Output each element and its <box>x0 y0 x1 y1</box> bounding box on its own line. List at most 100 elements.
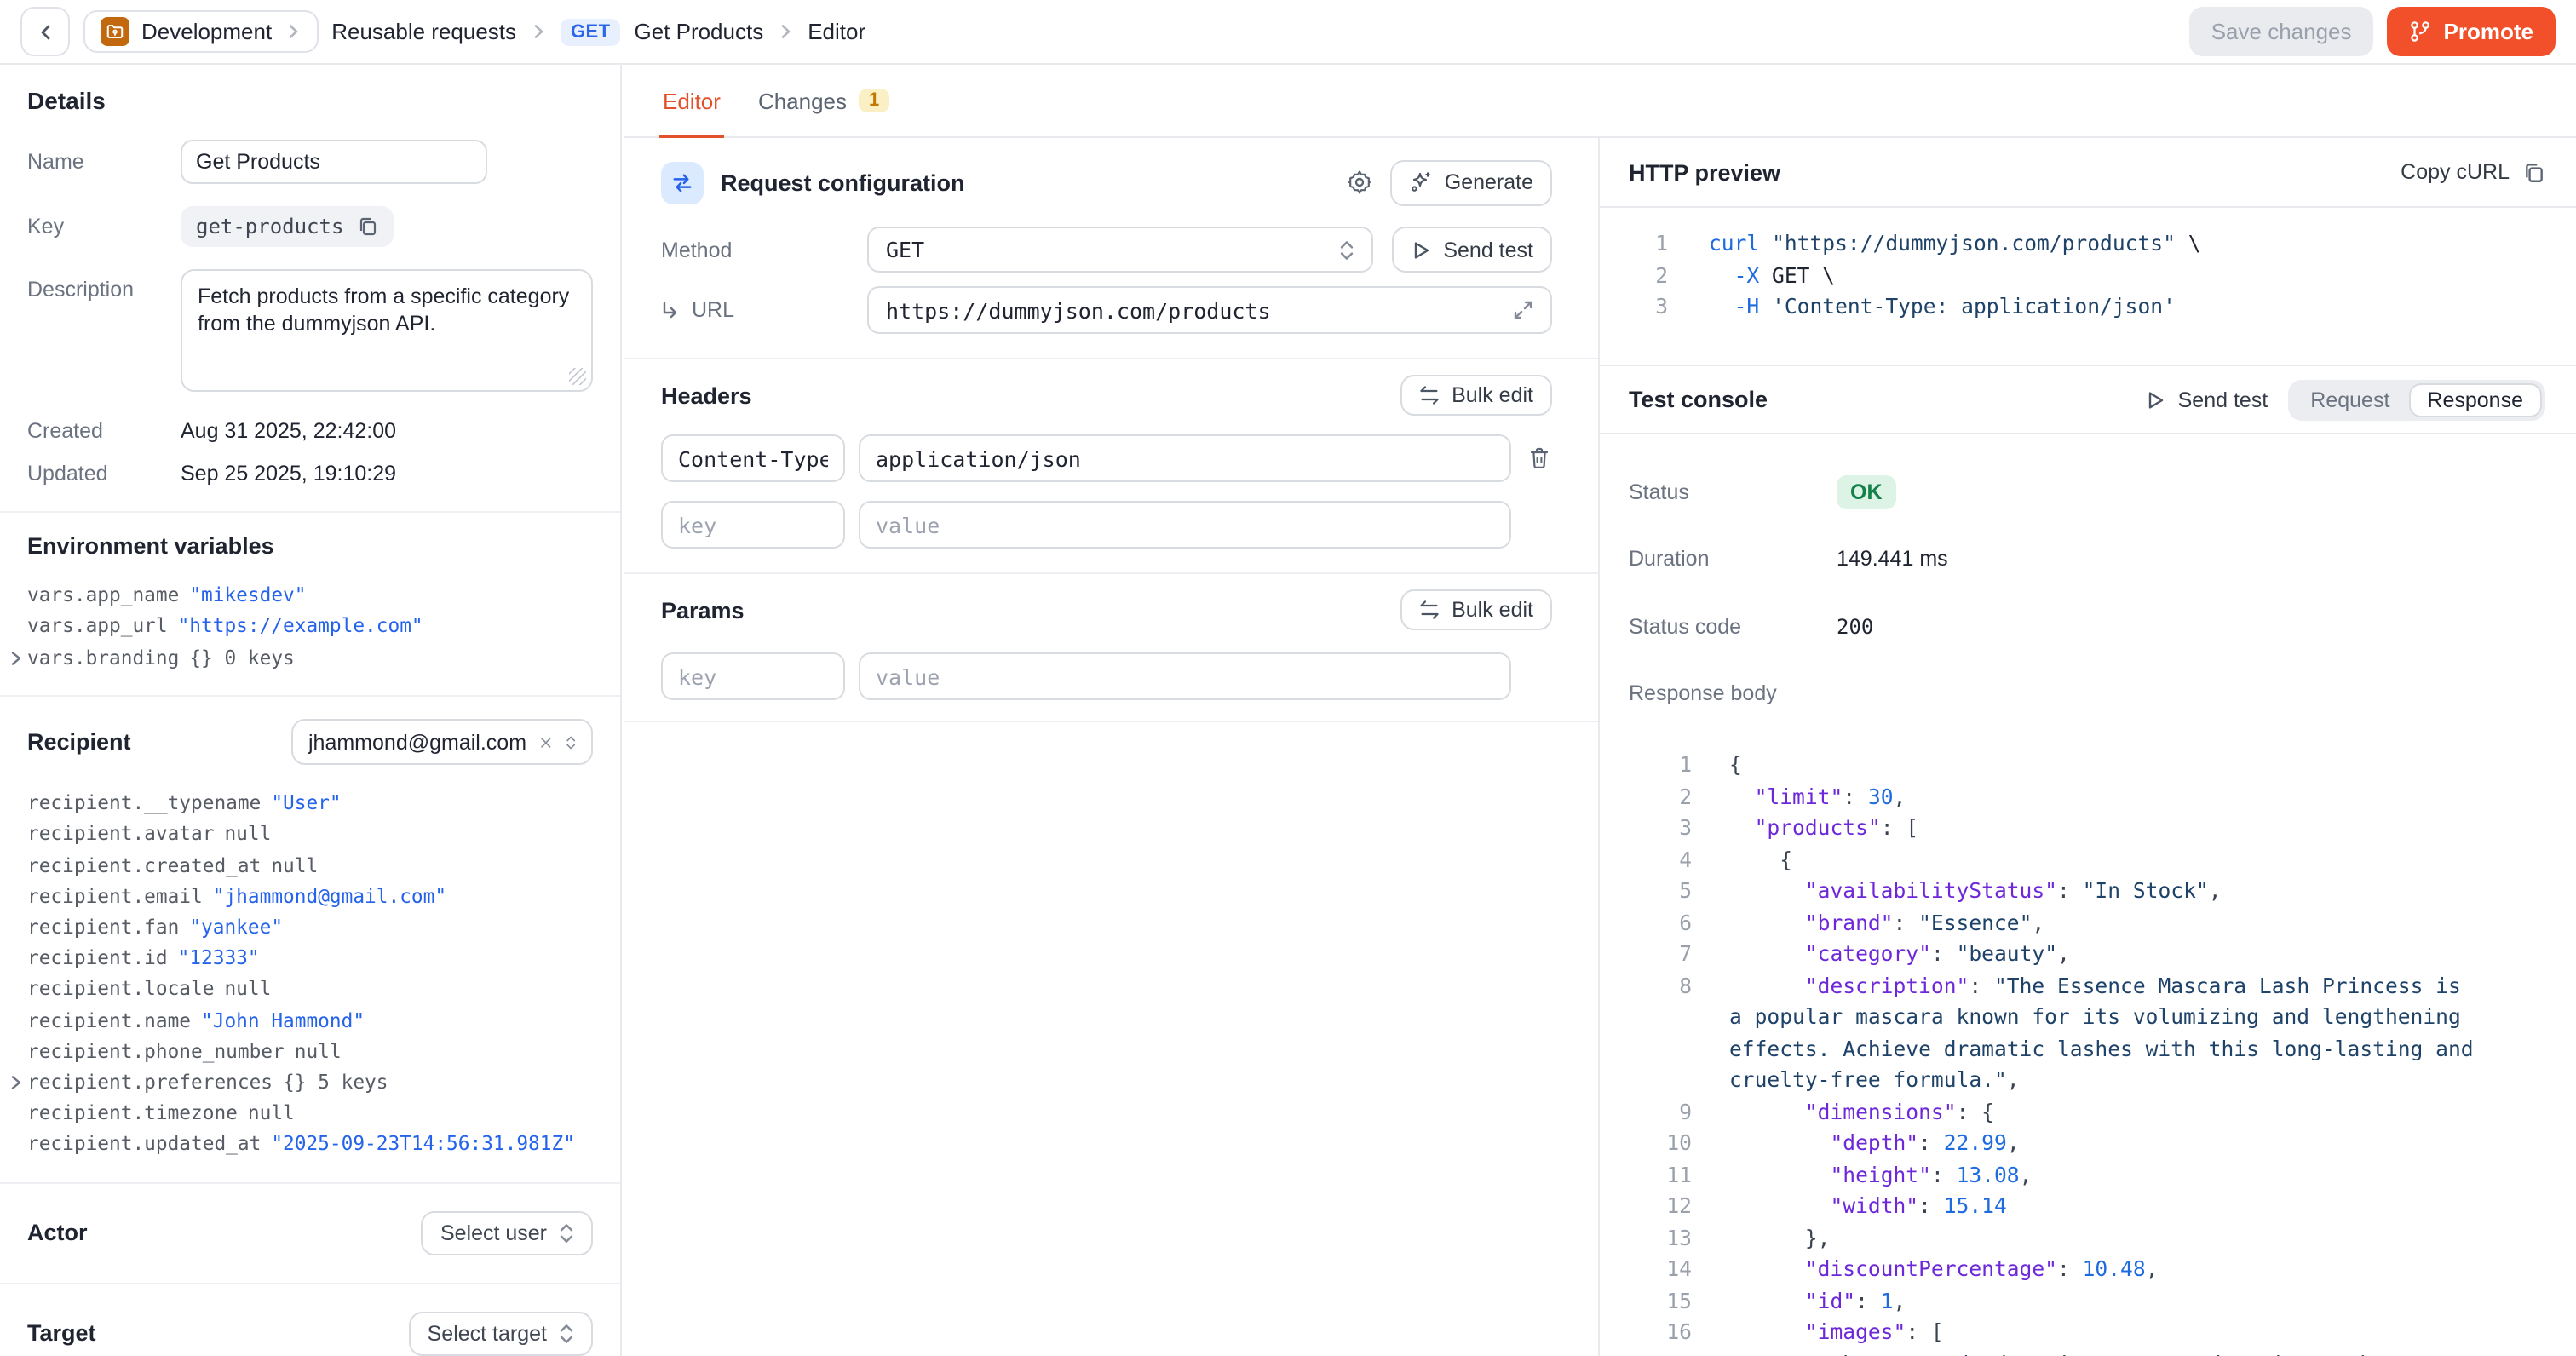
actor-section: Actor Select user <box>0 1181 620 1282</box>
code-line: "dimensions": { <box>1692 1096 1994 1128</box>
project-switcher[interactable]: Development <box>83 10 318 53</box>
header-key-input[interactable] <box>661 434 845 482</box>
code-line: "https://cdn.dummyjson.com/product-image… <box>1692 1348 2448 1356</box>
code-line: "availabilityStatus": "In Stock", <box>1692 876 2222 907</box>
http-preview-header: HTTP preview Copy cURL <box>1600 138 2576 208</box>
code-line: "brand": "Essence", <box>1692 907 2044 939</box>
description-label: Description <box>27 269 181 302</box>
response-code-row: 12 "width": 15.14 <box>1600 1191 2576 1222</box>
code-line: { <box>1692 750 1742 781</box>
env-variable-row[interactable]: vars.branding{} 0 keys <box>27 642 593 674</box>
env-variable-value: "mikesdev" <box>189 579 306 611</box>
tab-editor[interactable]: Editor <box>663 65 721 136</box>
chevron-right-icon <box>779 24 792 39</box>
curl-code-row: 2 -X GET \ <box>1600 260 2576 291</box>
promote-button[interactable]: Promote <box>2388 7 2556 56</box>
console-send-test-label: Send test <box>2178 388 2268 411</box>
back-button[interactable] <box>20 7 70 56</box>
line-number: 15 <box>1600 1285 1692 1317</box>
tab-changes[interactable]: Changes 1 <box>758 65 889 136</box>
response-code-row: 1{ <box>1600 750 2576 781</box>
description-textarea[interactable]: Fetch products from a specific category … <box>181 269 593 392</box>
folder-icon <box>101 17 129 46</box>
line-number: 5 <box>1600 876 1692 907</box>
generate-button[interactable]: Generate <box>1390 159 1552 205</box>
expand-icon[interactable] <box>1513 300 1533 320</box>
param-key-input[interactable] <box>661 652 845 700</box>
toggle-request[interactable]: Request <box>2291 382 2408 417</box>
environment-variables-section: Environment variables vars.app_name"mike… <box>0 511 620 695</box>
recipient-variable-value: "yankee" <box>189 911 283 942</box>
actor-placeholder: Select user <box>440 1221 547 1244</box>
bulk-edit-icon <box>1419 600 1440 620</box>
status-code-label: Status code <box>1629 615 1837 639</box>
actor-select[interactable]: Select user <box>422 1210 593 1255</box>
request-editor-panel: Request configuration Generate Method GE… <box>624 138 1600 1356</box>
code-line: a popular mascara known for its volumizi… <box>1692 1002 2461 1033</box>
request-response-toggle: Request Response <box>2288 379 2545 420</box>
method-select[interactable]: GET <box>867 227 1373 273</box>
code-line: -X GET \ <box>1668 260 1835 291</box>
line-number: 8 <box>1600 970 1692 1002</box>
target-select[interactable]: Select target <box>409 1311 593 1355</box>
response-code-row: 11 "height": 13.08, <box>1600 1159 2576 1191</box>
name-label: Name <box>27 150 181 174</box>
send-test-button[interactable]: Send test <box>1392 227 1552 273</box>
response-code-row: 6 "brand": "Essence", <box>1600 907 2576 939</box>
expand-chevron-icon[interactable] <box>10 650 27 665</box>
curl-code-row: 3 -H 'Content-Type: application/json' <box>1600 291 2576 323</box>
copy-curl-button[interactable]: Copy cURL <box>2401 160 2545 184</box>
clear-icon[interactable] <box>540 733 552 750</box>
save-changes-button[interactable]: Save changes <box>2189 7 2374 56</box>
header-value-input[interactable] <box>859 434 1511 482</box>
headers-section: Headers Bulk edit <box>624 358 1598 572</box>
response-body-code: 1{2 "limit": 30,3 "products": [4 {5 "ava… <box>1600 727 2576 1356</box>
env-variable-key: vars.app_name <box>27 579 179 611</box>
recipient-select[interactable]: jhammond@gmail.com <box>291 719 593 765</box>
chevron-up-down-icon <box>1339 239 1354 260</box>
sparkle-icon <box>1409 170 1433 194</box>
line-number: 7 <box>1600 939 1692 970</box>
url-label: URL <box>661 298 867 322</box>
headers-bulk-edit-button[interactable]: Bulk edit <box>1400 375 1552 416</box>
recipient-selected-value: jhammond@gmail.com <box>308 730 526 754</box>
copy-icon[interactable] <box>357 216 377 237</box>
curl-code-row: 1curl "https://dummyjson.com/products" \ <box>1600 228 2576 260</box>
breadcrumb-reusable-requests[interactable]: Reusable requests <box>331 19 516 44</box>
url-input[interactable]: https://dummyjson.com/products <box>867 286 1552 334</box>
line-number <box>1600 1033 1692 1065</box>
console-send-test-button[interactable]: Send test <box>2146 388 2268 411</box>
name-input[interactable] <box>181 140 487 184</box>
toggle-response[interactable]: Response <box>2408 382 2542 417</box>
code-line: "category": "beauty", <box>1692 939 2070 970</box>
response-body-viewer[interactable]: 1{2 "limit": 30,3 "products": [4 {5 "ava… <box>1600 727 2576 1356</box>
line-number <box>1600 1002 1692 1033</box>
params-bulk-edit-label: Bulk edit <box>1452 598 1533 622</box>
play-icon <box>1411 239 1431 260</box>
swap-arrows-icon <box>661 161 704 204</box>
delete-header-button[interactable] <box>1525 446 1552 470</box>
recipient-variable-row: recipient.avatarnull <box>27 819 593 849</box>
response-code-row: 8 "description": "The Essence Mascara La… <box>1600 970 2576 1002</box>
code-line: }, <box>1692 1222 1830 1254</box>
gear-icon[interactable] <box>1346 169 1373 196</box>
recipient-variable-key: recipient.avatar <box>27 819 214 849</box>
recipient-variable-row: recipient.email"jhammond@gmail.com" <box>27 881 593 911</box>
recipient-variable-key: recipient.fan <box>27 911 179 942</box>
recipient-variable-value: "12333" <box>178 942 260 973</box>
param-value-input[interactable] <box>859 652 1511 700</box>
response-code-row: 10 "depth": 22.99, <box>1600 1128 2576 1159</box>
response-code-row: 7 "category": "beauty", <box>1600 939 2576 970</box>
code-line: effects. Achieve dramatic lashes with th… <box>1692 1033 2474 1065</box>
breadcrumb-request-name[interactable]: Get Products <box>634 19 763 44</box>
recipient-variable-value: null <box>295 1036 342 1066</box>
expand-chevron-icon[interactable] <box>10 1074 27 1089</box>
recipient-variable-row[interactable]: recipient.preferences{} 5 keys <box>27 1066 593 1097</box>
params-title: Params <box>661 597 745 623</box>
preview-panel: HTTP preview Copy cURL 1curl "https://du… <box>1600 138 2576 1356</box>
recipient-variable-key: recipient.name <box>27 1004 191 1035</box>
params-bulk-edit-button[interactable]: Bulk edit <box>1400 589 1552 630</box>
header-key-input-empty[interactable] <box>661 501 845 549</box>
header-value-input-empty[interactable] <box>859 501 1511 549</box>
headers-title: Headers <box>661 382 752 408</box>
